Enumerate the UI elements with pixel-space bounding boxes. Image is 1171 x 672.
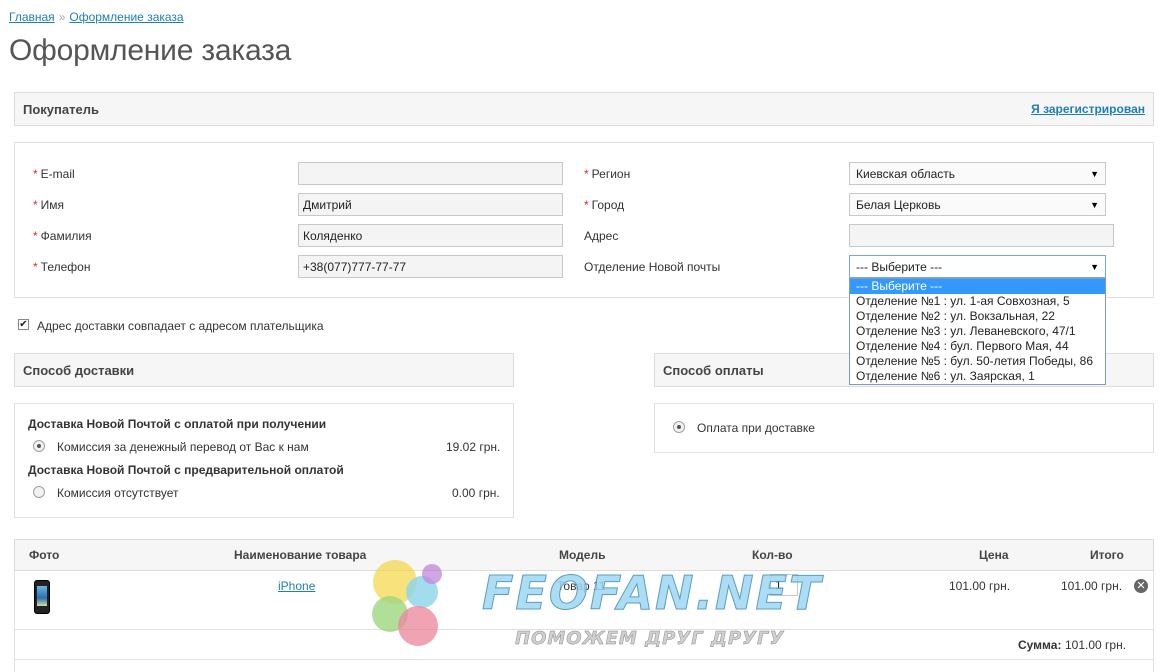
np-branch-option[interactable]: Отделение №3 : ул. Леваневского, 47/1 — [850, 324, 1105, 339]
breadcrumb: Главная» Оформление заказа — [9, 10, 184, 24]
buyer-section-header: Покупатель Я зарегистрирован — [14, 92, 1154, 126]
product-name-link[interactable]: iPhone — [278, 579, 315, 593]
name-label: * Имя — [33, 198, 65, 212]
cart-sum-label: Сумма: — [1018, 638, 1062, 652]
remove-item-icon[interactable]: ✕ — [1134, 579, 1148, 593]
cart-header-photo: Фото — [29, 548, 60, 562]
np-branch-select-value: --- Выберите --- — [856, 259, 943, 274]
required-mark: * — [33, 167, 38, 181]
np-branch-option[interactable]: Отделение №4 : бул. Первого Мая, 44 — [850, 339, 1105, 354]
name-field[interactable]: Дмитрий — [298, 193, 563, 216]
np-branch-dropdown[interactable]: --- Выберите --- Отделение №1 : ул. 1-ая… — [849, 278, 1106, 385]
np-branch-option[interactable]: Отделение №2 : ул. Вокзальная, 22 — [850, 309, 1105, 324]
np-branch-option[interactable]: Отделение №1 : ул. 1-ая Совхозная, 5 — [850, 294, 1105, 309]
np-branch-select[interactable]: --- Выберите --- ▼ — [849, 255, 1106, 278]
cart-header-name: Наименование товара — [234, 548, 367, 562]
email-field[interactable] — [298, 162, 563, 185]
delivery-group2-title: Доставка Новой Почтой с предварительной … — [28, 463, 344, 477]
page-title: Оформление заказа — [9, 34, 292, 67]
watermark-subtitle: ПОМОЖЕМ ДРУГ ДРУГУ — [515, 628, 785, 650]
breadcrumb-separator: » — [58, 10, 66, 24]
required-mark: * — [33, 198, 38, 212]
required-mark: * — [584, 198, 589, 212]
watermark-title: FEOFAN.NET — [481, 566, 823, 621]
delivery-section-header: Способ доставки — [14, 353, 514, 387]
chevron-down-icon: ▼ — [1090, 199, 1099, 210]
breadcrumb-home-link[interactable]: Главная — [9, 10, 55, 24]
breadcrumb-current-link[interactable]: Оформление заказа — [69, 10, 183, 24]
delivery-option1-label: Комиссия за денежный перевод от Вас к на… — [57, 440, 309, 454]
product-total: 101.00 грн. — [1061, 579, 1123, 593]
payment-option-radio[interactable] — [673, 421, 685, 433]
surname-field[interactable]: Коляденко — [298, 224, 563, 247]
payment-section-title: Способ оплаты — [663, 362, 764, 378]
delivery-group1-title: Доставка Новой Почтой с оплатой при полу… — [28, 417, 327, 431]
np-branch-option[interactable]: --- Выберите --- — [850, 279, 1105, 294]
region-label: * Регион — [584, 167, 631, 181]
address-field[interactable] — [849, 224, 1114, 247]
city-label: * Город — [584, 198, 625, 212]
delivery-option2-label: Комиссия отсутствует — [57, 486, 179, 500]
region-select[interactable]: Киевская область ▼ — [849, 162, 1106, 185]
cart-header-price: Цена — [979, 548, 1009, 562]
buyer-section-title: Покупатель — [23, 101, 99, 117]
delivery-option2-radio[interactable] — [33, 486, 45, 498]
same-address-checkbox[interactable]: ✔ — [18, 319, 29, 330]
delivery-option1-price: 19.02 грн. — [446, 440, 501, 454]
registered-link[interactable]: Я зарегистрирован — [1031, 102, 1145, 116]
chevron-down-icon: ▼ — [1090, 261, 1099, 272]
region-select-value: Киевская область — [856, 166, 956, 181]
same-address-label: Адрес доставки совпадает с адресом плате… — [37, 319, 324, 333]
product-price: 101.00 грн. — [949, 579, 1011, 593]
np-branch-label: Отделение Новой почты — [584, 260, 721, 274]
address-label: Адрес — [584, 229, 619, 243]
check-icon: ✔ — [19, 319, 28, 330]
watermark: FEOFAN.NET ПОМОЖЕМ ДРУГ ДРУГУ — [350, 552, 830, 667]
required-mark: * — [33, 229, 38, 243]
cart-sum-value: 101.00 грн. — [1065, 638, 1127, 652]
required-mark: * — [33, 260, 38, 274]
required-mark: * — [584, 167, 589, 181]
payment-option-label: Оплата при доставке — [697, 421, 815, 435]
surname-label: * Фамилия — [33, 229, 92, 243]
email-label: * E-mail — [33, 167, 75, 181]
np-branch-option[interactable]: Отделение №5 : бул. 50-летия Победы, 86 — [850, 354, 1105, 369]
phone-label: * Телефон — [33, 260, 91, 274]
delivery-option1-radio[interactable] — [33, 440, 45, 452]
chevron-down-icon: ▼ — [1090, 168, 1099, 179]
city-select[interactable]: Белая Церковь ▼ — [849, 193, 1106, 216]
delivery-section-title: Способ доставки — [23, 362, 135, 378]
cart-header-total: Итого — [1090, 548, 1124, 562]
delivery-option2-price: 0.00 грн. — [452, 486, 500, 500]
product-thumbnail[interactable] — [34, 580, 50, 614]
city-select-value: Белая Церковь — [856, 197, 941, 212]
radio-dot — [37, 444, 41, 448]
np-branch-option[interactable]: Отделение №6 : ул. Заярская, 1 — [850, 369, 1105, 384]
phone-field[interactable]: +38(077)777-77-77 — [298, 255, 563, 278]
radio-dot — [677, 425, 681, 429]
